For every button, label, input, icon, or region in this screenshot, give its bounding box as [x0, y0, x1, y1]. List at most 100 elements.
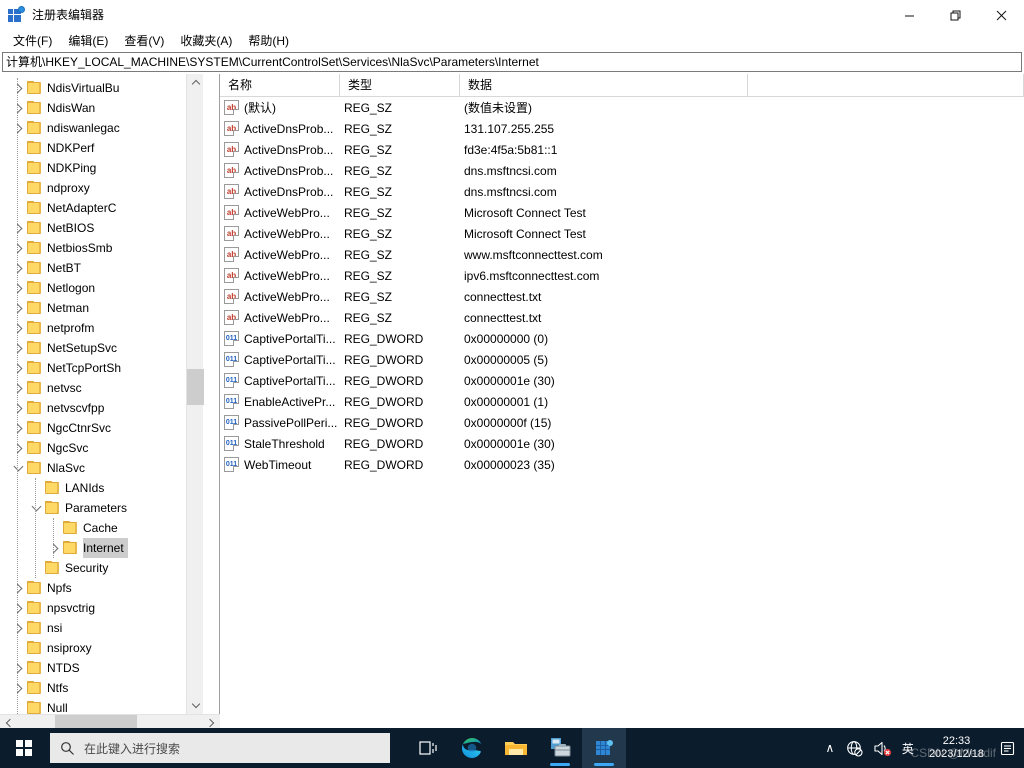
chevron-right-icon[interactable]	[10, 98, 26, 118]
chevron-right-icon[interactable]	[10, 218, 26, 238]
ime-language-indicator[interactable]: 英	[897, 728, 919, 768]
column-header-type[interactable]: 类型	[340, 74, 460, 97]
chevron-right-icon[interactable]	[10, 678, 26, 698]
chevron-right-icon[interactable]	[10, 338, 26, 358]
tree-node-nsiproxy[interactable]: nsiproxy	[0, 638, 203, 658]
chevron-right-icon[interactable]	[10, 238, 26, 258]
maximize-button[interactable]	[932, 0, 978, 30]
file-explorer-button[interactable]	[494, 728, 538, 768]
chevron-right-icon[interactable]	[10, 658, 26, 678]
tree-node-ndkping[interactable]: NDKPing	[0, 158, 203, 178]
tree-node-npsvctrig[interactable]: npsvctrig	[0, 598, 203, 618]
table-row[interactable]: ab ActiveWebPro... REG_SZ connecttest.txt	[220, 307, 1024, 328]
chevron-right-icon[interactable]	[10, 278, 26, 298]
tree-vscroll-thumb[interactable]	[187, 369, 204, 405]
network-globe-icon[interactable]	[841, 728, 868, 768]
chevron-right-icon[interactable]	[10, 78, 26, 98]
column-header-name[interactable]: 名称	[220, 74, 340, 97]
microsoft-edge-button[interactable]	[450, 728, 494, 768]
table-row[interactable]: 011 CaptivePortalTi... REG_DWORD 0x00000000…	[220, 328, 1024, 349]
tree-node-null[interactable]: Null	[0, 698, 203, 714]
address-path-input[interactable]: 计算机\HKEY_LOCAL_MACHINE\SYSTEM\CurrentCon…	[2, 52, 1022, 72]
table-row[interactable]: 011 WebTimeout REG_DWORD 0x00000023 (35)	[220, 454, 1024, 475]
chevron-right-icon[interactable]	[10, 578, 26, 598]
notifications-icon[interactable]	[994, 728, 1020, 768]
tree-node-netlogon[interactable]: Netlogon	[0, 278, 203, 298]
chevron-right-icon[interactable]	[10, 398, 26, 418]
tree-node-npfs[interactable]: Npfs	[0, 578, 203, 598]
tree-vertical-scrollbar[interactable]	[186, 74, 204, 714]
tree-node-netbt[interactable]: NetBT	[0, 258, 203, 278]
tree-node-netprofm[interactable]: netprofm	[0, 318, 203, 338]
start-button[interactable]	[0, 728, 48, 768]
tree-node-ndproxy[interactable]: ndproxy	[0, 178, 203, 198]
chevron-right-icon[interactable]	[46, 538, 62, 558]
chevron-right-icon[interactable]	[10, 598, 26, 618]
tree-node-nsi[interactable]: nsi	[0, 618, 203, 638]
menu-favorites[interactable]: 收藏夹(A)	[172, 31, 240, 51]
tree-node-nlasvc[interactable]: NlaSvc	[0, 458, 203, 478]
tree-scroll-up-button[interactable]	[187, 74, 204, 91]
tree-scroll-down-button[interactable]	[187, 697, 204, 714]
tree-node-netvsc[interactable]: netvsc	[0, 378, 203, 398]
taskbar-clock[interactable]: 22:33 2023/12/18	[919, 728, 994, 768]
tree-node-ndisvirtualbu[interactable]: NdisVirtualBu	[0, 78, 203, 98]
chevron-right-icon[interactable]	[10, 358, 26, 378]
tree-node-ndkperf[interactable]: NDKPerf	[0, 138, 203, 158]
tool-app-button[interactable]	[538, 728, 582, 768]
table-row[interactable]: ab ActiveDnsProb... REG_SZ dns.msftncsi.com	[220, 181, 1024, 202]
chevron-right-icon[interactable]	[10, 258, 26, 278]
tree-node-netsetupsvc[interactable]: NetSetupSvc	[0, 338, 203, 358]
table-row[interactable]: 011 PassivePollPeri... REG_DWORD 0x0000000f…	[220, 412, 1024, 433]
chevron-right-icon[interactable]	[10, 618, 26, 638]
menu-edit[interactable]: 编辑(E)	[60, 31, 116, 51]
chevron-right-icon[interactable]	[10, 378, 26, 398]
menu-view[interactable]: 查看(V)	[116, 31, 172, 51]
tray-expand-chevron-icon[interactable]: ∧	[819, 728, 841, 768]
tree-node-lanids[interactable]: LANIds	[0, 478, 203, 498]
minimize-button[interactable]	[886, 0, 932, 30]
table-row[interactable]: ab ActiveWebPro... REG_SZ connecttest.txt	[220, 286, 1024, 307]
tree-node-ndiswan[interactable]: NdisWan	[0, 98, 203, 118]
tree-node-security[interactable]: Security	[0, 558, 203, 578]
tree-node-ntds[interactable]: NTDS	[0, 658, 203, 678]
chevron-right-icon[interactable]	[10, 298, 26, 318]
tree-node-netman[interactable]: Netman	[0, 298, 203, 318]
tree-node-nettcpportsh[interactable]: NetTcpPortSh	[0, 358, 203, 378]
task-view-button[interactable]	[406, 728, 450, 768]
tree-node-ngcctnrsvc[interactable]: NgcCtnrSvc	[0, 418, 203, 438]
chevron-down-icon[interactable]	[10, 458, 26, 478]
table-row[interactable]: ab (默认) REG_SZ (数值未设置)	[220, 97, 1024, 118]
tree-node-ngcsvc[interactable]: NgcSvc	[0, 438, 203, 458]
chevron-right-icon[interactable]	[10, 318, 26, 338]
tree-node-netbiossmb[interactable]: NetbiosSmb	[0, 238, 203, 258]
tree-node-parameters[interactable]: Parameters	[0, 498, 203, 518]
tree-node-cache[interactable]: Cache	[0, 518, 203, 538]
table-row[interactable]: ab ActiveWebPro... REG_SZ Microsoft Connect…	[220, 202, 1024, 223]
tree-node-ndiswanlegac[interactable]: ndiswanlegac	[0, 118, 203, 138]
close-button[interactable]	[978, 0, 1024, 30]
table-row[interactable]: ab ActiveWebPro... REG_SZ Microsoft Connect…	[220, 223, 1024, 244]
table-row[interactable]: 011 EnableActivePr... REG_DWORD 0x00000001 …	[220, 391, 1024, 412]
table-row[interactable]: 011 CaptivePortalTi... REG_DWORD 0x00000005…	[220, 349, 1024, 370]
table-row[interactable]: ab ActiveWebPro... REG_SZ www.msftconnectte…	[220, 244, 1024, 265]
chevron-right-icon[interactable]	[10, 438, 26, 458]
taskbar-search-box[interactable]: 在此键入进行搜索	[50, 733, 390, 763]
tree-node-ntfs[interactable]: Ntfs	[0, 678, 203, 698]
tree-node-internet[interactable]: Internet	[0, 538, 203, 558]
menu-file[interactable]: 文件(F)	[5, 31, 60, 51]
table-row[interactable]: ab ActiveDnsProb... REG_SZ 131.107.255.255	[220, 118, 1024, 139]
tree-node-netadapterc[interactable]: NetAdapterC	[0, 198, 203, 218]
table-row[interactable]: ab ActiveWebPro... REG_SZ ipv6.msftconnectt…	[220, 265, 1024, 286]
menu-help[interactable]: 帮助(H)	[240, 31, 297, 51]
table-row[interactable]: 011 CaptivePortalTi... REG_DWORD 0x0000001e…	[220, 370, 1024, 391]
table-row[interactable]: ab ActiveDnsProb... REG_SZ fd3e:4f5a:5b81::…	[220, 139, 1024, 160]
tree-node-netvscvfpp[interactable]: netvscvfpp	[0, 398, 203, 418]
chevron-right-icon[interactable]	[10, 418, 26, 438]
registry-editor-button[interactable]	[582, 728, 626, 768]
volume-muted-icon[interactable]	[868, 728, 897, 768]
chevron-right-icon[interactable]	[10, 118, 26, 138]
table-row[interactable]: 011 StaleThreshold REG_DWORD 0x0000001e (30…	[220, 433, 1024, 454]
column-header-data[interactable]: 数据	[460, 74, 748, 97]
tree-node-netbios[interactable]: NetBIOS	[0, 218, 203, 238]
